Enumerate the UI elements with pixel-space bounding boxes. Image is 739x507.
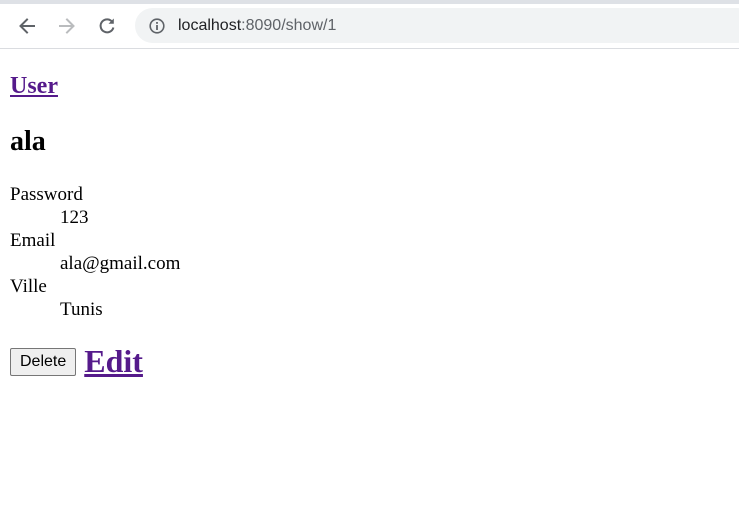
forward-button[interactable] [53,12,81,40]
arrow-right-icon [59,18,75,34]
info-icon[interactable] [149,18,165,34]
url-path: :8090/show/1 [241,17,337,34]
user-details-list: Password 123 Email ala@gmail.com Ville T… [10,183,180,321]
user-name-heading: ala [10,126,46,157]
browser-toolbar: localhost:8090/show/1 [0,4,739,49]
address-bar[interactable]: localhost:8090/show/1 [135,8,739,43]
edit-link[interactable]: Edit [84,345,143,377]
breadcrumb: User [10,73,58,99]
delete-button[interactable]: Delete [10,348,77,376]
back-button[interactable] [13,12,41,40]
arrow-left-icon [19,18,35,34]
user-list-link[interactable]: User [10,73,58,99]
ville-label: Ville [10,276,47,297]
ville-value: Tunis [60,299,103,320]
password-label: Password [10,184,83,205]
email-value: ala@gmail.com [60,253,181,274]
reload-button[interactable] [93,12,121,40]
url-host: localhost [178,17,242,34]
actions-row: Delete Edit [10,345,143,377]
password-value: 123 [60,207,89,228]
url-text[interactable]: localhost:8090/show/1 [178,17,336,35]
reload-icon [99,18,115,34]
email-label: Email [10,230,56,251]
